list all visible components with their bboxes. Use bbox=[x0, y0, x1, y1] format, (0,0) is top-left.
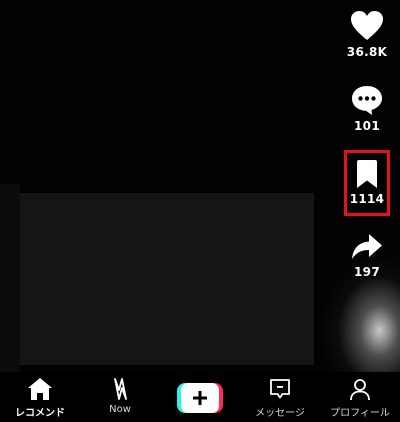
message-icon bbox=[270, 379, 290, 399]
like-button[interactable]: 36.8K bbox=[337, 10, 397, 59]
nav-item-now[interactable]: Now bbox=[80, 372, 160, 415]
share-count: 197 bbox=[354, 265, 380, 279]
share-arrow-icon bbox=[352, 234, 382, 259]
create-post-button[interactable] bbox=[160, 372, 240, 413]
home-icon bbox=[28, 378, 52, 400]
bookmark-count: 1114 bbox=[349, 192, 385, 206]
share-button[interactable]: 197 bbox=[337, 232, 397, 279]
comment-bubble-icon bbox=[352, 86, 382, 115]
nav-item-home[interactable]: レコメンド bbox=[0, 372, 80, 419]
bottom-navigation-bar: レコメンド Now メッセージ プロフィール bbox=[0, 372, 400, 422]
nav-label-now: Now bbox=[109, 404, 131, 415]
bookmark-button[interactable]: 1114 bbox=[344, 150, 390, 216]
like-count: 36.8K bbox=[346, 45, 388, 59]
nav-item-inbox[interactable]: メッセージ bbox=[240, 372, 320, 419]
comment-button[interactable]: 101 bbox=[337, 84, 397, 133]
comment-count: 101 bbox=[354, 119, 380, 133]
video-edge-strip bbox=[0, 184, 20, 380]
video-player[interactable] bbox=[20, 193, 314, 365]
profile-person-icon bbox=[350, 379, 370, 401]
video-feed-screen: 36.8K 101 1114 197 レコメンド Now メッセージ プロフィー… bbox=[0, 0, 400, 422]
nav-label-inbox: メッセージ bbox=[255, 408, 305, 419]
nav-item-profile[interactable]: プロフィール bbox=[320, 372, 400, 419]
nav-label-home: レコメンド bbox=[15, 408, 65, 419]
plus-icon bbox=[193, 391, 207, 405]
create-plus-button[interactable] bbox=[177, 383, 223, 413]
now-lightning-icon bbox=[114, 378, 127, 400]
bookmark-icon bbox=[357, 160, 377, 188]
nav-label-profile: プロフィール bbox=[330, 408, 390, 419]
heart-icon bbox=[351, 11, 383, 40]
